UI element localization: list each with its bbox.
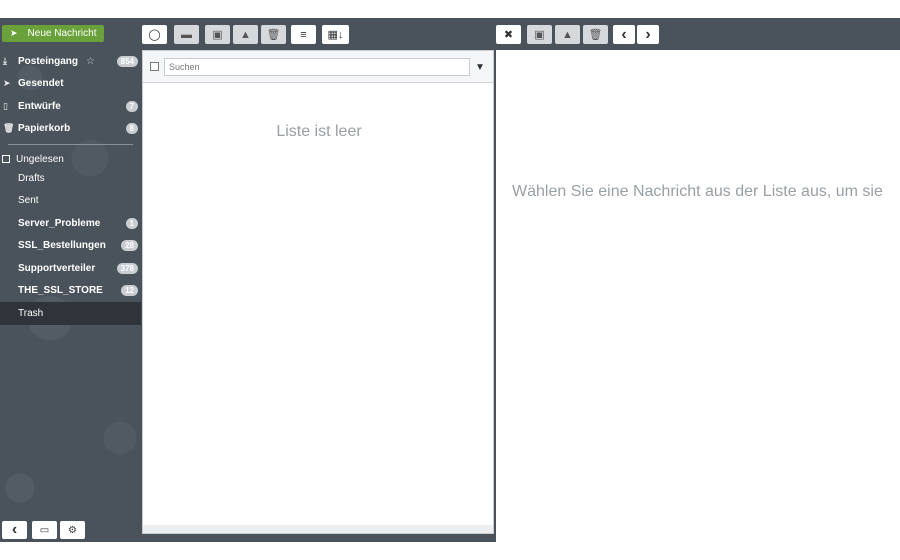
- refresh-icon: ◯: [148, 29, 161, 41]
- unread-count-badge: 8: [125, 123, 138, 135]
- folder-manager-button[interactable]: ▭: [32, 521, 57, 539]
- select-all-checkbox[interactable]: [150, 62, 159, 71]
- chevron-right-icon: ›: [645, 25, 651, 43]
- send-icon: ➤: [10, 28, 18, 38]
- prev-message-button[interactable]: ‹: [613, 25, 635, 44]
- folder-item-the-ssl-store[interactable]: THE_SSL_STORE 12: [0, 280, 141, 303]
- folder-label: Posteingang: [18, 55, 79, 67]
- message-spam-button[interactable]: ▲: [555, 25, 580, 44]
- folder-item-ssl-bestellungen[interactable]: SSL_Bestellungen 28: [0, 235, 141, 258]
- archive-button[interactable]: ▣: [205, 25, 230, 44]
- sort-button[interactable]: ▦↓: [322, 25, 349, 44]
- folder-item-trash[interactable]: Trash: [0, 302, 141, 325]
- search-input[interactable]: Suchen: [164, 58, 470, 76]
- folder-item-sent[interactable]: Sent: [0, 190, 141, 213]
- trash-icon: 🗑: [588, 29, 603, 41]
- folder-label: Entwürfe: [18, 100, 61, 112]
- message-archive-button[interactable]: ▣: [527, 25, 552, 44]
- folder-label: Sent: [18, 195, 39, 207]
- trash-icon: 🗑: [266, 29, 281, 41]
- collapse-sidebar-button[interactable]: ‹: [2, 521, 27, 539]
- unread-count-badge: 378: [116, 262, 138, 274]
- close-message-button[interactable]: ✖: [496, 25, 521, 44]
- settings-button[interactable]: ⚙: [60, 521, 85, 539]
- horizontal-scrollbar[interactable]: [143, 525, 493, 533]
- folder-sidebar: ⤓ Posteingang ☆ 854 ➤ Gesendet ▯ Entwürf…: [0, 50, 141, 325]
- inbox-icon: ⤓: [3, 55, 7, 66]
- gear-icon: ⚙: [68, 524, 77, 536]
- search-bar: Suchen ▼: [143, 51, 493, 83]
- folder-label: Trash: [18, 307, 44, 319]
- folder-item-drafts[interactable]: Drafts: [0, 167, 141, 190]
- empty-list-message: Liste ist leer: [276, 123, 362, 140]
- no-message-selected-hint: Wählen Sie eine Nachricht aus der Liste …: [512, 183, 883, 200]
- message-list-pane: Suchen ▼ Liste ist leer: [142, 50, 494, 534]
- unread-count-badge: 1: [125, 217, 138, 229]
- next-message-button[interactable]: ›: [637, 25, 659, 44]
- message-view-pane: Wählen Sie eine Nachricht aus der Liste …: [496, 50, 900, 542]
- delete-button[interactable]: 🗑: [261, 25, 286, 44]
- folder-label: Papierkorb: [18, 123, 71, 135]
- mark-icon: ▬: [181, 28, 192, 41]
- unread-count-badge: 28: [121, 240, 138, 252]
- unread-count-badge: 12: [121, 285, 138, 297]
- document-icon: ▯: [3, 100, 8, 111]
- message-delete-button[interactable]: 🗑: [583, 25, 608, 44]
- search-options-button[interactable]: ▼: [471, 58, 489, 76]
- refresh-button[interactable]: ◯: [142, 25, 167, 44]
- folder-label: Gesendet: [18, 78, 64, 90]
- folder-label: THE_SSL_STORE: [18, 285, 103, 297]
- folder-drafts[interactable]: ▯ Entwürfe 7: [0, 95, 141, 118]
- archive-icon: ▣: [212, 29, 223, 41]
- compose-label: Neue Nachricht: [27, 28, 97, 39]
- compose-button[interactable]: ➤ Neue Nachricht: [2, 25, 104, 42]
- trash-icon: 🗑: [3, 123, 15, 134]
- archive-icon: ▣: [534, 29, 545, 41]
- calendar-sort-icon: ▦↓: [327, 29, 344, 41]
- close-icon: ✖: [503, 29, 514, 41]
- menu-button[interactable]: ≡: [291, 25, 316, 44]
- folder-item-server-probleme[interactable]: Server_Probleme 1: [0, 212, 141, 235]
- unread-count-badge: 854: [116, 55, 138, 67]
- spam-button[interactable]: ▲: [233, 25, 258, 44]
- search-placeholder: Suchen: [169, 62, 200, 72]
- folder-item-supportverteiler[interactable]: Supportverteiler 378: [0, 257, 141, 280]
- folder-label: Drafts: [18, 172, 45, 184]
- sidebar-divider: [8, 144, 133, 145]
- chevron-left-icon: ‹: [11, 521, 18, 538]
- folder-label: SSL_Bestellungen: [18, 240, 106, 252]
- folder-sent[interactable]: ➤ Gesendet: [0, 73, 141, 96]
- chevron-left-icon: ‹: [621, 25, 627, 43]
- folder-label: Server_Probleme: [18, 217, 101, 229]
- unread-label: Ungelesen: [16, 153, 64, 165]
- spam-icon: ▲: [562, 28, 573, 41]
- menu-icon: ≡: [300, 28, 307, 41]
- unread-filter[interactable]: Ungelesen: [0, 151, 141, 167]
- mark-button[interactable]: ▬: [174, 25, 199, 44]
- chevron-down-icon: ▼: [475, 61, 485, 73]
- send-icon: ➤: [3, 78, 11, 89]
- unread-count-badge: 7: [125, 100, 138, 112]
- folder-label: Supportverteiler: [18, 262, 96, 274]
- folder-icon: ▭: [39, 524, 50, 536]
- folder-inbox[interactable]: ⤓ Posteingang ☆ 854: [0, 50, 141, 73]
- folder-trash[interactable]: 🗑 Papierkorb 8: [0, 118, 141, 141]
- star-icon[interactable]: ☆: [86, 56, 95, 67]
- mail-app: ➤ Neue Nachricht ◯ ▬ ▣ ▲ 🗑 ≡ ▦↓ ✖ ▣ ▲ 🗑 …: [0, 18, 900, 542]
- unread-checkbox[interactable]: [2, 155, 10, 163]
- spam-icon: ▲: [240, 28, 251, 41]
